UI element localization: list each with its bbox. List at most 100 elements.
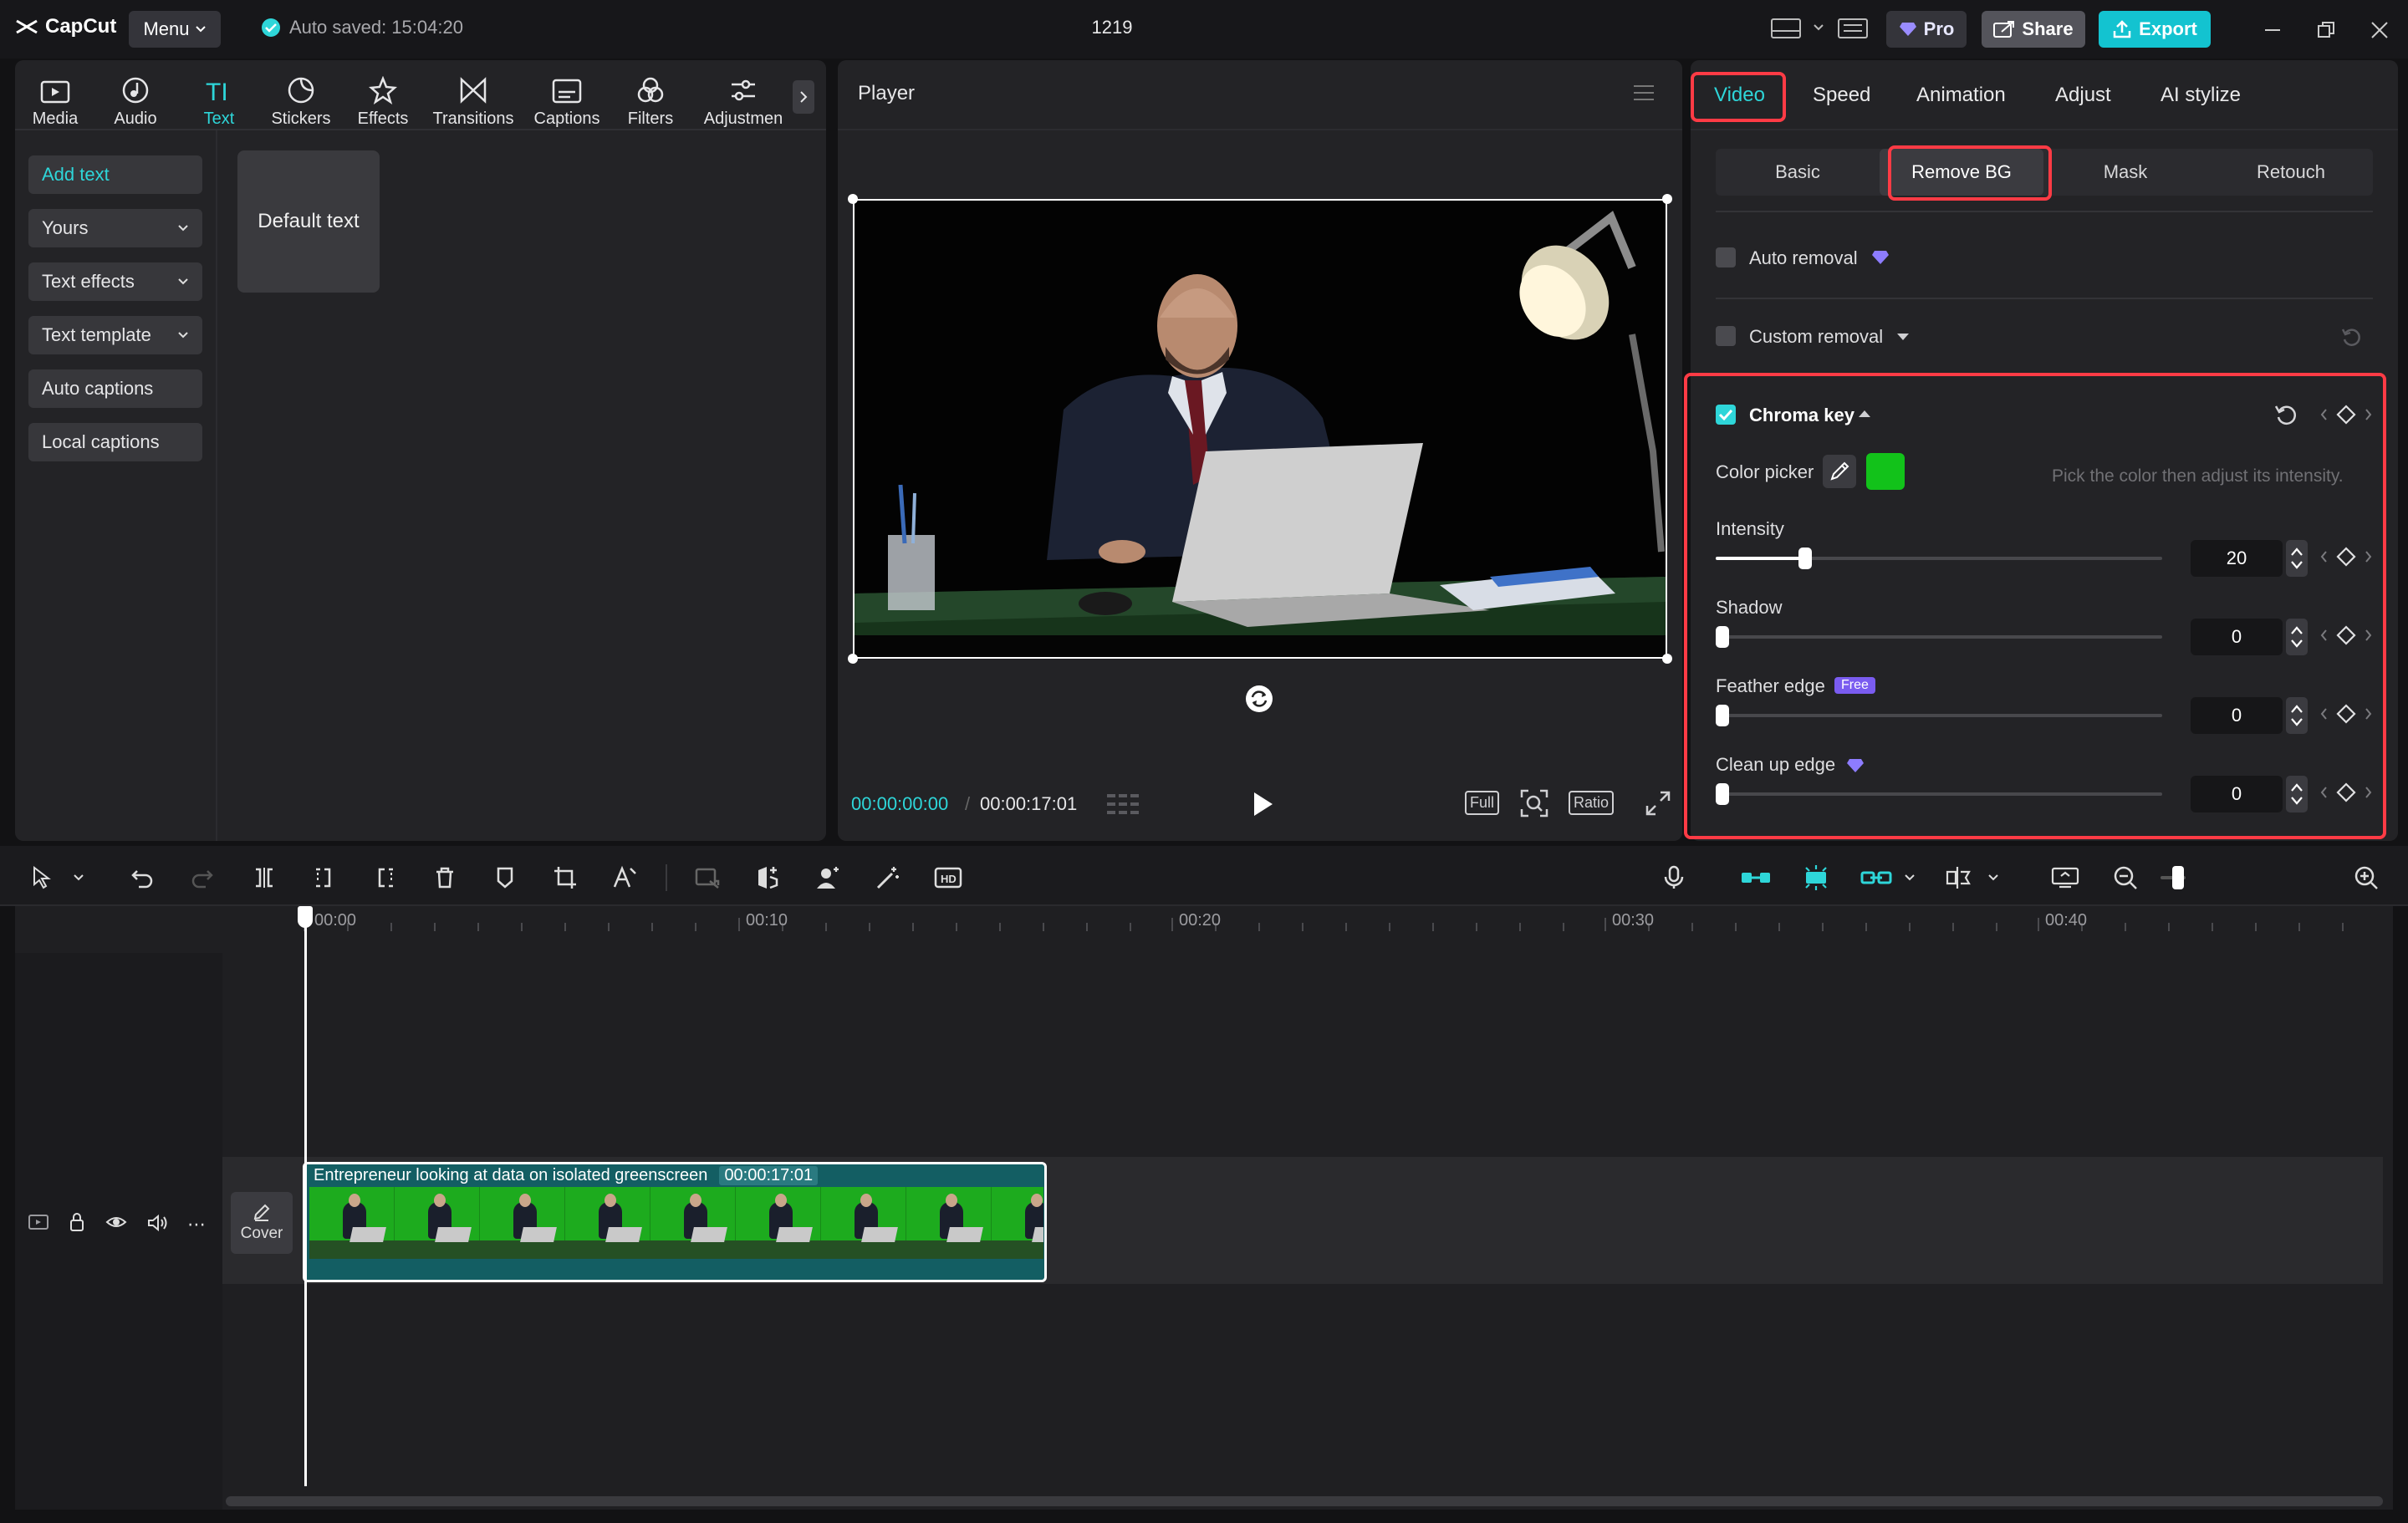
tab-filters[interactable]: Filters (610, 67, 691, 129)
track-video-icon[interactable] (28, 1214, 48, 1230)
zoom-slider-knob[interactable] (2172, 866, 2184, 889)
slider-track[interactable] (1716, 792, 2162, 796)
more-options-icon[interactable]: ⋯ (187, 1214, 206, 1235)
resize-handle[interactable] (848, 654, 858, 664)
chroma-key-checkbox[interactable] (1716, 405, 1736, 425)
pro-button[interactable]: Pro (1886, 11, 1967, 48)
preview-axis-icon[interactable] (1941, 861, 1975, 894)
tab-stickers[interactable]: Stickers (261, 67, 341, 129)
layout-icon[interactable] (1771, 17, 1801, 40)
zoom-in-icon[interactable] (2349, 861, 2383, 894)
slider-knob[interactable] (1798, 548, 1812, 569)
slider-value-input[interactable]: 0 (2191, 619, 2283, 655)
slider-knob[interactable] (1716, 783, 1729, 805)
fullscreen-icon[interactable] (1645, 791, 1671, 816)
split-left-icon[interactable] (308, 861, 341, 894)
chevron-down-icon[interactable] (62, 861, 95, 894)
slider-knob[interactable] (1716, 626, 1729, 648)
value-stepper[interactable] (2286, 776, 2308, 812)
playhead-handle[interactable] (298, 906, 313, 928)
resize-handle[interactable] (1662, 654, 1672, 664)
resize-handle[interactable] (1662, 194, 1672, 204)
microphone-icon[interactable] (1657, 861, 1691, 894)
tab-media[interactable]: Media (15, 67, 95, 129)
text-effects-dropdown[interactable]: Text effects (28, 262, 202, 301)
picked-color-swatch[interactable] (1866, 453, 1905, 490)
split-right-icon[interactable] (368, 861, 401, 894)
tab-audio[interactable]: Audio (95, 67, 176, 129)
menu-button[interactable]: Menu (129, 11, 221, 48)
tab-text[interactable]: TI Text (179, 67, 259, 129)
tab-ai-stylize[interactable]: AI stylize (2161, 84, 2241, 107)
timecode-grid-icon[interactable] (1105, 792, 1144, 816)
split-icon[interactable] (247, 861, 281, 894)
close-icon[interactable] (2370, 20, 2390, 40)
mirror-icon[interactable] (751, 861, 784, 894)
slider-value-input[interactable]: 0 (2191, 697, 2283, 734)
speaker-icon[interactable] (147, 1214, 169, 1232)
tabs-scroll-right-button[interactable] (793, 80, 814, 114)
chevron-down-icon[interactable] (1977, 861, 2010, 894)
full-quality-button[interactable]: Full (1465, 791, 1500, 815)
chevron-down-icon[interactable] (1893, 861, 1926, 894)
keyframe-nav-icon[interactable] (2319, 545, 2373, 568)
magic-wand-icon[interactable] (871, 861, 905, 894)
keyframe-nav-icon[interactable] (2319, 403, 2373, 426)
export-button[interactable]: Export (2099, 11, 2211, 48)
video-preview[interactable] (853, 199, 1667, 659)
redo-icon[interactable] (186, 861, 219, 894)
resize-handle[interactable] (848, 194, 858, 204)
project-title[interactable]: 1219 (1087, 17, 1137, 38)
delete-icon[interactable] (428, 861, 462, 894)
ratio-button[interactable]: Ratio (1569, 791, 1615, 815)
add-text-button[interactable]: Add text (28, 155, 202, 194)
linkage-icon[interactable] (1860, 861, 1893, 894)
reset-icon[interactable] (2341, 326, 2363, 348)
hd-enhance-icon[interactable]: HD (931, 861, 965, 894)
timeline-scrollbar[interactable] (226, 1496, 2383, 1506)
playhead[interactable] (304, 906, 307, 1486)
play-button[interactable] (1251, 791, 1274, 818)
subtab-basic[interactable]: Basic (1716, 149, 1880, 196)
subtab-retouch[interactable]: Retouch (2209, 149, 2373, 196)
auto-captions-button[interactable]: Auto captions (28, 369, 202, 408)
tab-captions[interactable]: Captions (527, 67, 607, 129)
caret-up-icon[interactable] (1858, 410, 1871, 418)
default-text-card[interactable]: Default text (237, 150, 380, 293)
yours-dropdown[interactable]: Yours (28, 209, 202, 247)
value-stepper[interactable] (2286, 697, 2308, 734)
shortcuts-icon[interactable] (1838, 17, 1868, 40)
ai-person-icon[interactable] (811, 861, 844, 894)
crop-icon[interactable] (548, 861, 582, 894)
slider-value-input[interactable]: 20 (2191, 540, 2283, 577)
marker-icon[interactable] (488, 861, 522, 894)
crop-zoom-icon[interactable] (1520, 789, 1548, 818)
text-template-dropdown[interactable]: Text template (28, 316, 202, 354)
restore-icon[interactable] (2316, 20, 2336, 40)
caret-down-icon[interactable] (1896, 333, 1910, 341)
chevron-down-icon[interactable] (1813, 23, 1824, 32)
tab-animation[interactable]: Animation (1916, 84, 2006, 107)
custom-removal-checkbox[interactable] (1716, 326, 1736, 346)
tab-adjustment[interactable]: Adjustmen (699, 67, 788, 129)
eye-icon[interactable] (105, 1214, 127, 1230)
undo-icon[interactable] (125, 861, 159, 894)
hamburger-menu-icon[interactable] (1632, 84, 1656, 102)
auto-removal-checkbox[interactable] (1716, 247, 1736, 267)
value-stepper[interactable] (2286, 540, 2308, 577)
keyframe-nav-icon[interactable] (2319, 624, 2373, 647)
eyedropper-button[interactable] (1823, 455, 1856, 488)
main-track-magnet-icon[interactable] (1739, 861, 1773, 894)
subtab-mask[interactable]: Mask (2043, 149, 2207, 196)
reset-icon[interactable] (2274, 403, 2298, 426)
slider-track[interactable] (1716, 714, 2162, 717)
select-cursor-icon[interactable] (25, 861, 59, 894)
value-stepper[interactable] (2286, 619, 2308, 655)
share-button[interactable]: Share (1982, 11, 2085, 48)
replace-clip-icon[interactable] (2048, 861, 2082, 894)
rotate-handle-icon[interactable] (1244, 684, 1274, 714)
tab-effects[interactable]: Effects (343, 67, 423, 129)
tab-transitions[interactable]: Transitions (432, 67, 514, 129)
cover-button[interactable]: Cover (231, 1192, 293, 1254)
keyframe-nav-icon[interactable] (2319, 702, 2373, 726)
